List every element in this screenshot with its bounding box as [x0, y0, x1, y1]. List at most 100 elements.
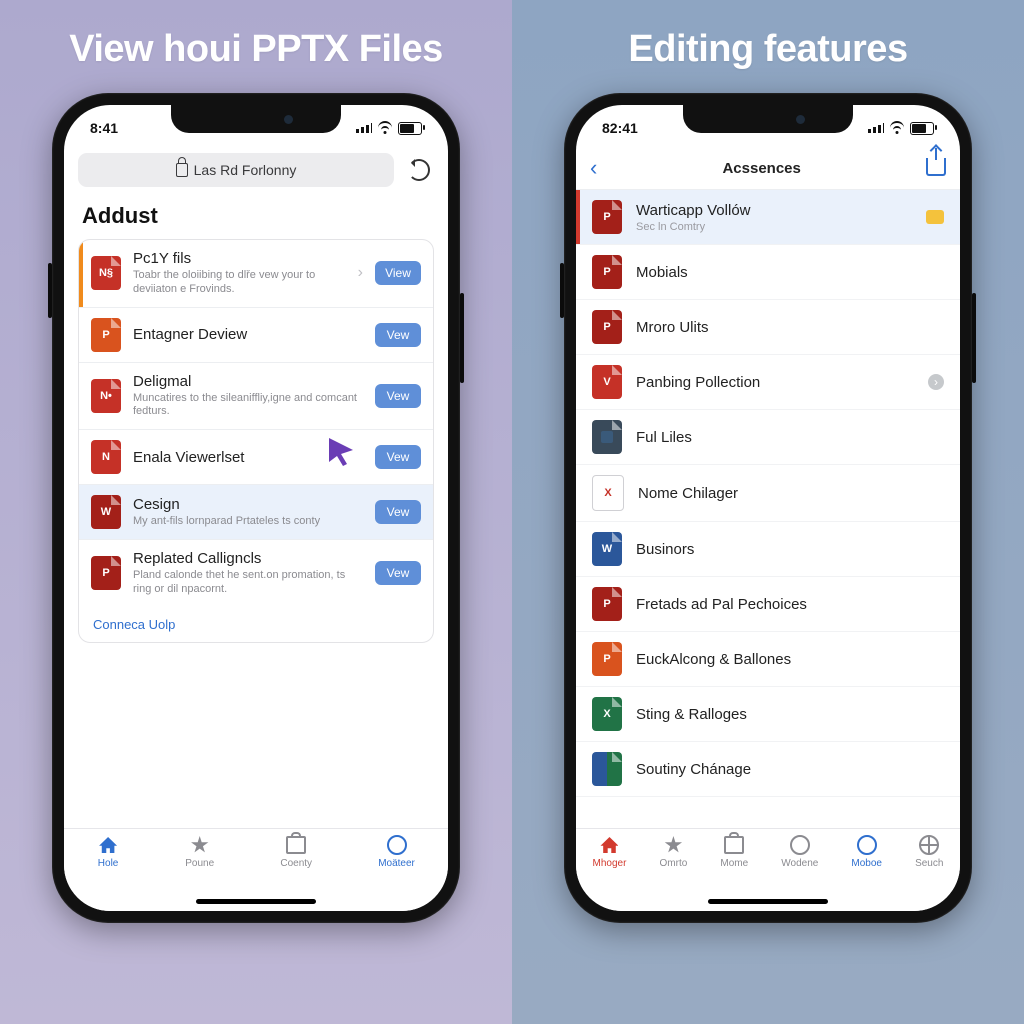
- doc-icon: P: [91, 556, 121, 590]
- status-time: 8:41: [90, 120, 118, 136]
- apps-icon: [592, 752, 622, 786]
- item-title: Warticapp Vollów: [636, 202, 912, 219]
- tab-label: Coenty: [280, 858, 312, 869]
- wifi-icon: [378, 121, 392, 135]
- item-title: Businors: [636, 541, 944, 558]
- file-title: Cesign: [133, 496, 363, 513]
- item-subtitle: Sec ln Comtry: [636, 221, 912, 233]
- category-list[interactable]: P Warticapp Vollów Sec ln Comtry P Mobia…: [576, 190, 960, 828]
- globe-icon: [919, 835, 939, 855]
- status-icons: [868, 121, 934, 135]
- star-icon: [664, 836, 682, 854]
- tab-label: Moäteer: [378, 858, 415, 869]
- chevron-badge-icon: [928, 374, 944, 390]
- status-icons: [356, 121, 422, 135]
- view-button[interactable]: Vew: [375, 384, 421, 408]
- file-row[interactable]: N Enala Viewerlset Vew: [79, 429, 433, 484]
- tab-profile[interactable]: Moäteer: [378, 835, 415, 869]
- battery-icon: [910, 122, 934, 135]
- item-title: Sting & Ralloges: [636, 706, 944, 723]
- file-list-card: N§ Pc1Y fils Toabr the oloiibing to dlře…: [78, 239, 434, 643]
- item-title: Mobials: [636, 264, 944, 281]
- phone-screen-right: 82:41 ‹ Acssences P: [576, 105, 960, 911]
- reload-button[interactable]: [404, 155, 434, 185]
- item-title: Nome Chilager: [638, 485, 944, 502]
- tab-label: Wodene: [781, 858, 818, 869]
- file-row[interactable]: N• Deligmal Muncatires to the sileaniffl…: [79, 362, 433, 430]
- tab-label: Seuch: [915, 858, 943, 869]
- tab-search[interactable]: Seuch: [915, 835, 943, 869]
- item-title: Ful Liles: [636, 429, 944, 446]
- circle-icon: [387, 835, 407, 855]
- doc-icon: P: [592, 310, 622, 344]
- list-item[interactable]: Ful Liles: [576, 410, 960, 465]
- file-title: Deligmal: [133, 373, 363, 390]
- back-button[interactable]: ‹: [590, 157, 597, 179]
- section-title: Addust: [64, 197, 448, 239]
- url-bar[interactable]: Las Rd Forlonny: [78, 153, 394, 187]
- item-title: Mroro Ulits: [636, 319, 944, 336]
- doc-icon: W: [91, 495, 121, 529]
- briefcase-icon: [286, 836, 306, 854]
- tab-label: Omrto: [660, 858, 688, 869]
- phone-screen-left: 8:41 Las Rd Forlonny: [64, 105, 448, 911]
- wifi-icon: [890, 121, 904, 135]
- home-icon: [600, 837, 618, 853]
- list-item[interactable]: Soutiny Chánage: [576, 742, 960, 797]
- list-item[interactable]: P Mobials: [576, 245, 960, 300]
- view-button[interactable]: Vew: [375, 500, 421, 524]
- file-subtitle: My ant-fils lornparad Prtateles ts conty: [133, 515, 363, 529]
- tab-home[interactable]: Hole: [97, 835, 119, 869]
- file-row[interactable]: W Cesign My ant-fils lornparad Prtateles…: [79, 484, 433, 539]
- file-subtitle: Pland calonde thet he sent.on promation,…: [133, 569, 363, 597]
- list-item[interactable]: P Warticapp Vollów Sec ln Comtry: [576, 190, 960, 245]
- panel-editing-features: Editing features 82:41 ‹ Acssences: [512, 0, 1024, 1024]
- view-button[interactable]: Vew: [375, 561, 421, 585]
- doc-icon: P: [91, 318, 121, 352]
- chevron-right-icon: ›: [358, 264, 363, 282]
- nav-title: Acssences: [722, 160, 800, 177]
- doc-icon: X: [592, 697, 622, 731]
- home-indicator: [708, 899, 828, 904]
- signal-icon: [868, 123, 884, 133]
- doc-icon: P: [592, 587, 622, 621]
- item-title: EuckAlcong & Ballones: [636, 651, 944, 668]
- footer-link[interactable]: Conneca Uolp: [79, 607, 433, 642]
- file-subtitle: Toabr the oloiibing to dlře vew your to …: [133, 269, 350, 297]
- tab-recent[interactable]: Wodene: [781, 835, 818, 869]
- view-button[interactable]: Vew: [375, 323, 421, 347]
- file-row[interactable]: P Entagner Deview Vew: [79, 307, 433, 362]
- list-item[interactable]: V Panbing Pollection: [576, 355, 960, 410]
- tab-label: Mome: [720, 858, 748, 869]
- list-item[interactable]: X Nome Chilager: [576, 465, 960, 522]
- share-icon: [926, 158, 946, 176]
- list-item[interactable]: P Mroro Ulits: [576, 300, 960, 355]
- view-button[interactable]: View: [375, 261, 421, 285]
- doc-icon: N§: [91, 256, 121, 290]
- tab-files[interactable]: Coenty: [280, 835, 312, 869]
- list-item[interactable]: W Businors: [576, 522, 960, 577]
- file-row[interactable]: N§ Pc1Y fils Toabr the oloiibing to dlře…: [79, 240, 433, 307]
- list-item[interactable]: X Sting & Ralloges: [576, 687, 960, 742]
- tab-label: Mhoger: [593, 858, 627, 869]
- share-button[interactable]: [926, 158, 946, 178]
- signal-icon: [356, 123, 372, 133]
- tab-files[interactable]: Mome: [720, 835, 748, 869]
- item-title: Panbing Pollection: [636, 374, 914, 391]
- file-title: Entagner Deview: [133, 326, 363, 343]
- star-icon: [191, 836, 209, 854]
- clock-icon: [790, 835, 810, 855]
- notch: [683, 105, 853, 133]
- list-item[interactable]: P EuckAlcong & Ballones: [576, 632, 960, 687]
- phone-frame-left: 8:41 Las Rd Forlonny: [52, 93, 460, 923]
- circle-icon: [857, 835, 877, 855]
- doc-icon: P: [592, 255, 622, 289]
- tab-favorites[interactable]: Omrto: [660, 835, 688, 869]
- doc-icon: N•: [91, 379, 121, 413]
- view-button[interactable]: Vew: [375, 445, 421, 469]
- list-item[interactable]: P Fretads ad Pal Pechoices: [576, 577, 960, 632]
- tab-mobile[interactable]: Moboe: [851, 835, 882, 869]
- tab-favorites[interactable]: Poune: [185, 835, 214, 869]
- tab-home[interactable]: Mhoger: [593, 835, 627, 869]
- file-row[interactable]: P Replated Calligncls Pland calonde thet…: [79, 539, 433, 607]
